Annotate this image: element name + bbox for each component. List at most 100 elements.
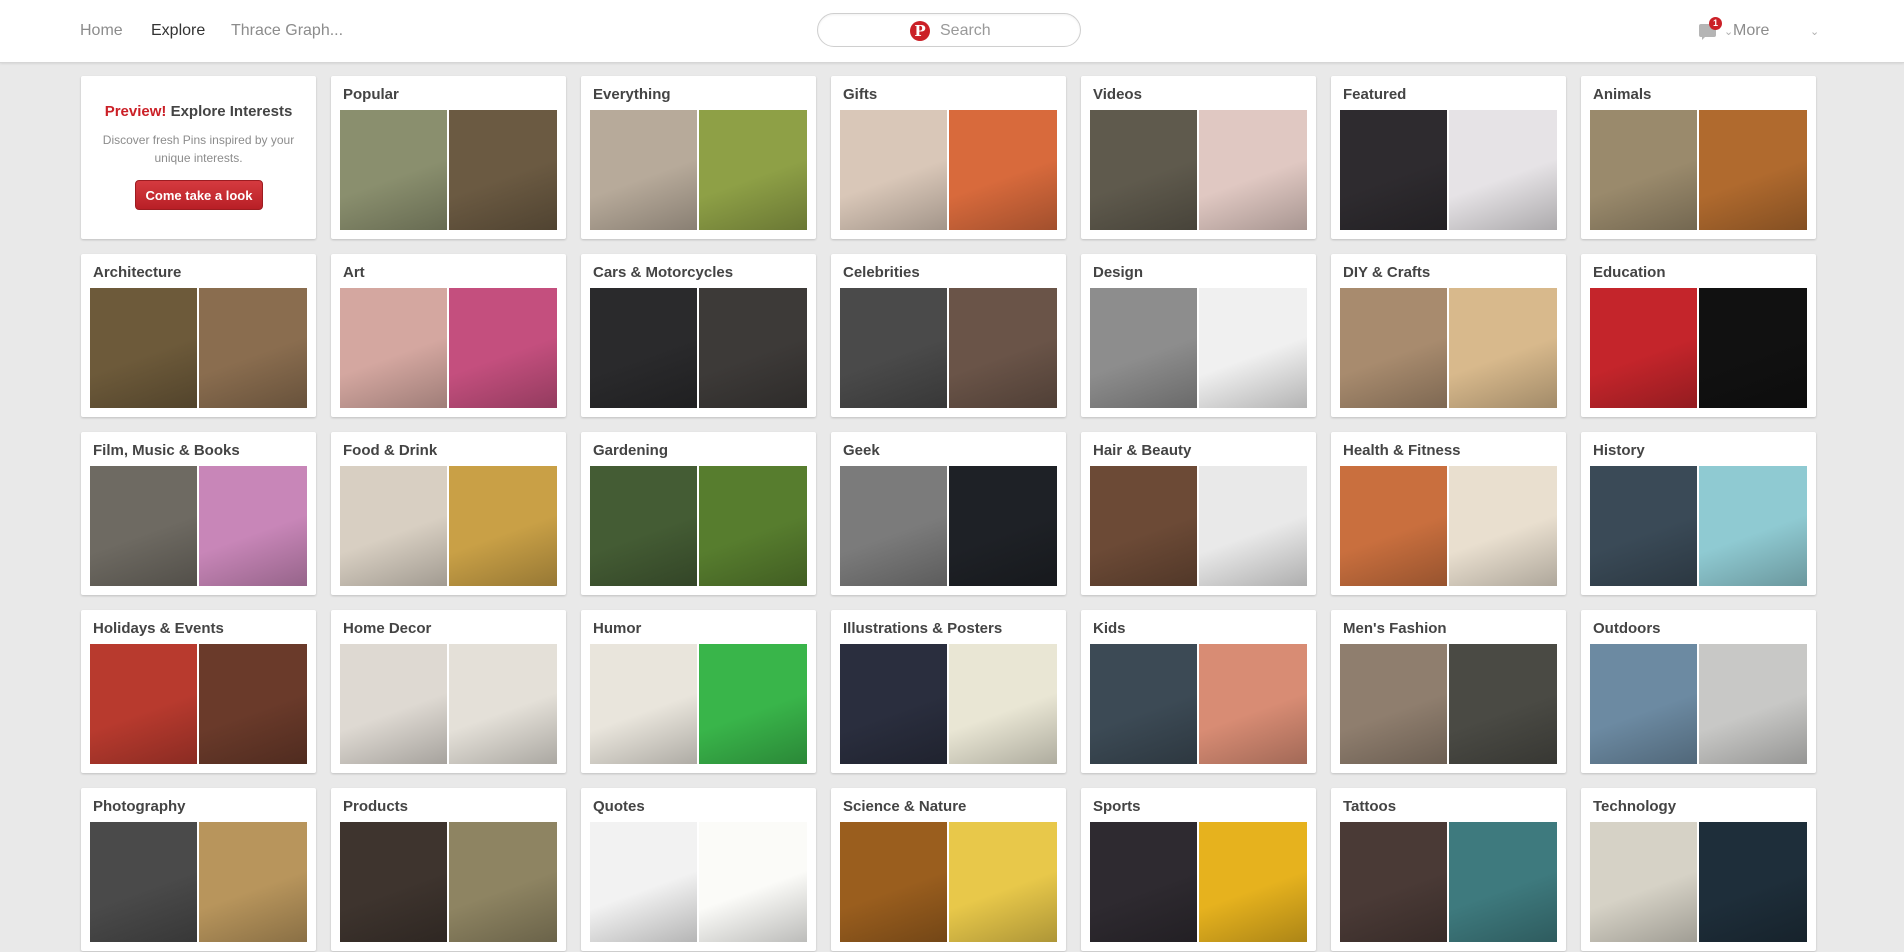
category-image-primary[interactable] xyxy=(1590,466,1697,586)
category-image-secondary[interactable] xyxy=(449,110,557,230)
chevron-down-icon[interactable]: ⌄ xyxy=(1810,25,1819,38)
category-image-primary[interactable] xyxy=(1090,466,1197,586)
category-image-secondary[interactable] xyxy=(199,288,307,408)
category-image-primary[interactable] xyxy=(590,110,697,230)
category-image-secondary[interactable] xyxy=(1449,644,1557,764)
category-image-primary[interactable] xyxy=(1340,466,1447,586)
category-image-primary[interactable] xyxy=(340,288,447,408)
category-card[interactable]: Quotes xyxy=(581,788,816,951)
category-image-secondary[interactable] xyxy=(1199,644,1307,764)
category-image-primary[interactable] xyxy=(90,644,197,764)
category-image-primary[interactable] xyxy=(1590,644,1697,764)
category-image-secondary[interactable] xyxy=(1699,110,1807,230)
category-card[interactable]: Education xyxy=(1581,254,1816,417)
nav-board-link[interactable]: Thrace Graph... xyxy=(231,22,343,40)
category-image-primary[interactable] xyxy=(90,466,197,586)
category-card[interactable]: Humor xyxy=(581,610,816,773)
category-card[interactable]: Cars & Motorcycles xyxy=(581,254,816,417)
category-image-primary[interactable] xyxy=(1340,288,1447,408)
category-image-secondary[interactable] xyxy=(1699,822,1807,942)
category-card[interactable]: Health & Fitness xyxy=(1331,432,1566,595)
category-image-primary[interactable] xyxy=(590,644,697,764)
category-image-primary[interactable] xyxy=(840,466,947,586)
more-menu-button[interactable]: More xyxy=(1733,22,1769,40)
category-image-secondary[interactable] xyxy=(449,822,557,942)
category-image-secondary[interactable] xyxy=(1449,822,1557,942)
category-card[interactable]: Men's Fashion xyxy=(1331,610,1566,773)
nav-home-link[interactable]: Home xyxy=(80,22,123,40)
category-card[interactable]: Food & Drink xyxy=(331,432,566,595)
category-image-secondary[interactable] xyxy=(449,644,557,764)
category-image-primary[interactable] xyxy=(340,466,447,586)
category-image-secondary[interactable] xyxy=(699,466,807,586)
category-image-secondary[interactable] xyxy=(1449,288,1557,408)
category-image-primary[interactable] xyxy=(340,110,447,230)
category-card[interactable]: Home Decor xyxy=(331,610,566,773)
category-image-primary[interactable] xyxy=(1340,644,1447,764)
category-card[interactable]: Gardening xyxy=(581,432,816,595)
category-image-secondary[interactable] xyxy=(699,822,807,942)
category-image-primary[interactable] xyxy=(1340,110,1447,230)
category-card[interactable]: Film, Music & Books xyxy=(81,432,316,595)
category-card[interactable]: Featured xyxy=(1331,76,1566,239)
category-image-primary[interactable] xyxy=(840,110,947,230)
category-image-primary[interactable] xyxy=(340,822,447,942)
category-image-primary[interactable] xyxy=(590,288,697,408)
category-card[interactable]: Design xyxy=(1081,254,1316,417)
category-image-primary[interactable] xyxy=(1590,822,1697,942)
category-image-primary[interactable] xyxy=(1340,822,1447,942)
category-image-secondary[interactable] xyxy=(1699,288,1807,408)
category-image-secondary[interactable] xyxy=(199,466,307,586)
category-image-primary[interactable] xyxy=(840,644,947,764)
category-image-secondary[interactable] xyxy=(949,822,1057,942)
category-image-secondary[interactable] xyxy=(1699,466,1807,586)
category-image-primary[interactable] xyxy=(840,288,947,408)
category-image-secondary[interactable] xyxy=(1449,110,1557,230)
category-image-secondary[interactable] xyxy=(699,110,807,230)
category-card[interactable]: Outdoors xyxy=(1581,610,1816,773)
category-card[interactable]: Animals xyxy=(1581,76,1816,239)
category-card[interactable]: Sports xyxy=(1081,788,1316,951)
chevron-down-icon[interactable]: ⌄ xyxy=(1724,25,1733,38)
category-image-secondary[interactable] xyxy=(1199,466,1307,586)
category-image-secondary[interactable] xyxy=(199,822,307,942)
nav-explore-link[interactable]: Explore xyxy=(151,22,205,40)
category-image-primary[interactable] xyxy=(1090,110,1197,230)
category-card[interactable]: Science & Nature xyxy=(831,788,1066,951)
category-image-secondary[interactable] xyxy=(1199,288,1307,408)
category-card[interactable]: Architecture xyxy=(81,254,316,417)
category-image-secondary[interactable] xyxy=(949,110,1057,230)
category-card[interactable]: Popular xyxy=(331,76,566,239)
category-card[interactable]: Tattoos xyxy=(1331,788,1566,951)
category-card[interactable]: Holidays & Events xyxy=(81,610,316,773)
category-image-primary[interactable] xyxy=(1590,288,1697,408)
category-card[interactable]: Photography xyxy=(81,788,316,951)
category-image-primary[interactable] xyxy=(1090,288,1197,408)
category-image-secondary[interactable] xyxy=(1699,644,1807,764)
category-image-secondary[interactable] xyxy=(449,466,557,586)
category-image-primary[interactable] xyxy=(1090,822,1197,942)
category-card[interactable]: Everything xyxy=(581,76,816,239)
category-image-primary[interactable] xyxy=(1090,644,1197,764)
category-image-primary[interactable] xyxy=(840,822,947,942)
category-image-secondary[interactable] xyxy=(949,644,1057,764)
category-image-primary[interactable] xyxy=(90,288,197,408)
category-image-primary[interactable] xyxy=(590,466,697,586)
category-image-primary[interactable] xyxy=(590,822,697,942)
category-image-primary[interactable] xyxy=(340,644,447,764)
category-image-primary[interactable] xyxy=(90,822,197,942)
category-card[interactable]: Geek xyxy=(831,432,1066,595)
category-card[interactable]: History xyxy=(1581,432,1816,595)
category-card[interactable]: Celebrities xyxy=(831,254,1066,417)
category-image-secondary[interactable] xyxy=(949,288,1057,408)
category-card[interactable]: Gifts xyxy=(831,76,1066,239)
category-card[interactable]: Hair & Beauty xyxy=(1081,432,1316,595)
category-card[interactable]: Kids xyxy=(1081,610,1316,773)
category-image-secondary[interactable] xyxy=(1199,822,1307,942)
category-card[interactable]: Art xyxy=(331,254,566,417)
category-image-secondary[interactable] xyxy=(699,644,807,764)
category-image-primary[interactable] xyxy=(1590,110,1697,230)
category-card[interactable]: Technology xyxy=(1581,788,1816,951)
category-image-secondary[interactable] xyxy=(699,288,807,408)
category-image-secondary[interactable] xyxy=(1199,110,1307,230)
